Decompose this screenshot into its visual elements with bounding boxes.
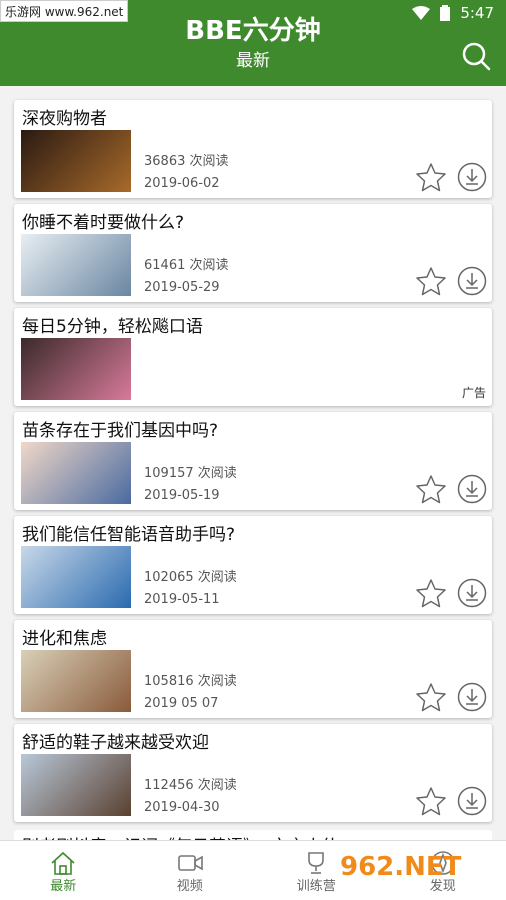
- download-button[interactable]: [457, 786, 487, 816]
- article-title: 我们能信任智能语音助手吗?: [22, 525, 236, 545]
- favorite-button[interactable]: [416, 162, 446, 192]
- search-icon: [462, 42, 491, 71]
- favorite-button[interactable]: [416, 266, 446, 296]
- article-thumbnail[interactable]: [21, 234, 131, 296]
- read-count: 36863 次阅读: [144, 154, 229, 169]
- read-count: 102065 次阅读: [144, 570, 237, 585]
- article-thumbnail[interactable]: [21, 546, 131, 608]
- download-button[interactable]: [457, 162, 487, 192]
- publish-date: 2019-06-02: [144, 176, 220, 191]
- tab-home[interactable]: 最新: [0, 841, 127, 900]
- download-button[interactable]: [457, 474, 487, 504]
- article-thumbnail[interactable]: [21, 338, 131, 400]
- star-icon: [416, 163, 446, 192]
- article-title: 进化和焦虑: [22, 629, 107, 649]
- article-title: 每日5分钟，轻松飚口语: [22, 317, 203, 337]
- publish-date: 2019-05-19: [144, 488, 220, 503]
- home-icon: [51, 851, 75, 875]
- publish-date: 2019 05 07: [144, 696, 219, 711]
- star-icon: [416, 683, 446, 712]
- star-icon: [416, 267, 446, 296]
- tab-label: 视频: [176, 879, 203, 894]
- video-icon: [177, 855, 203, 871]
- article-thumbnail[interactable]: [21, 130, 131, 192]
- download-button[interactable]: [457, 578, 487, 608]
- publish-date: 2019-05-11: [144, 592, 220, 607]
- article-list: 深夜购物者 36863 次阅读 2019-06-02 你睡不着时要做什么? 61461 …: [14, 100, 492, 828]
- tab-label: 最新: [50, 879, 77, 894]
- page-title: 最新: [236, 51, 270, 71]
- download-button[interactable]: [457, 266, 487, 296]
- article-thumbnail[interactable]: [21, 754, 131, 816]
- download-icon: [457, 162, 487, 192]
- article-title: 深夜购物者: [22, 109, 107, 129]
- read-count: 61461 次阅读: [144, 258, 229, 273]
- article-card[interactable]: 苗条存在于我们基因中吗? 109157 次阅读 2019-05-19: [14, 412, 492, 510]
- publish-date: 2019-04-30: [144, 800, 220, 815]
- favorite-button[interactable]: [416, 474, 446, 504]
- search-button[interactable]: [460, 40, 492, 72]
- article-title: 舒适的鞋子越来越受欢迎: [22, 733, 209, 753]
- article-card[interactable]: 进化和焦虑 105816 次阅读 2019 05 07: [14, 620, 492, 718]
- brand-watermark-text: 962.NET: [340, 852, 462, 882]
- download-icon: [457, 474, 487, 504]
- ad-badge: 广告: [461, 386, 486, 400]
- article-card[interactable]: 每日5分钟，轻松飚口语广告: [14, 308, 492, 406]
- brand-watermark: 962.NET: [340, 852, 500, 894]
- star-icon: [416, 787, 446, 816]
- read-count: 112456 次阅读: [144, 778, 237, 793]
- read-count: 109157 次阅读: [144, 466, 237, 481]
- favorite-button[interactable]: [416, 682, 446, 712]
- download-icon: [457, 578, 487, 608]
- trophy-icon: [308, 852, 325, 874]
- tab-video[interactable]: 视频: [127, 841, 254, 900]
- article-title: 苗条存在于我们基因中吗?: [22, 421, 219, 441]
- article-card[interactable]: 深夜购物者 36863 次阅读 2019-06-02: [14, 100, 492, 198]
- app-header: 乐游网 www.962.net 5:47 BBE六分钟 最新: [0, 0, 506, 86]
- article-card[interactable]: 舒适的鞋子越来越受欢迎 112456 次阅读 2019-04-30: [14, 724, 492, 822]
- download-icon: [457, 786, 487, 816]
- favorite-button[interactable]: [416, 786, 446, 816]
- article-card[interactable]: 我们能信任智能语音助手吗? 102065 次阅读 2019-05-11: [14, 516, 492, 614]
- article-thumbnail[interactable]: [21, 650, 131, 712]
- read-count: 105816 次阅读: [144, 674, 237, 689]
- app-title: BBE六分钟: [185, 16, 321, 46]
- download-button[interactable]: [457, 682, 487, 712]
- favorite-button[interactable]: [416, 578, 446, 608]
- download-icon: [457, 682, 487, 712]
- star-icon: [416, 579, 446, 608]
- star-icon: [416, 475, 446, 504]
- download-icon: [457, 266, 487, 296]
- publish-date: 2019-05-29: [144, 280, 220, 295]
- article-card[interactable]: 你睡不着时要做什么? 61461 次阅读 2019-05-29: [14, 204, 492, 302]
- article-title: 你睡不着时要做什么?: [22, 213, 185, 233]
- article-thumbnail[interactable]: [21, 442, 131, 504]
